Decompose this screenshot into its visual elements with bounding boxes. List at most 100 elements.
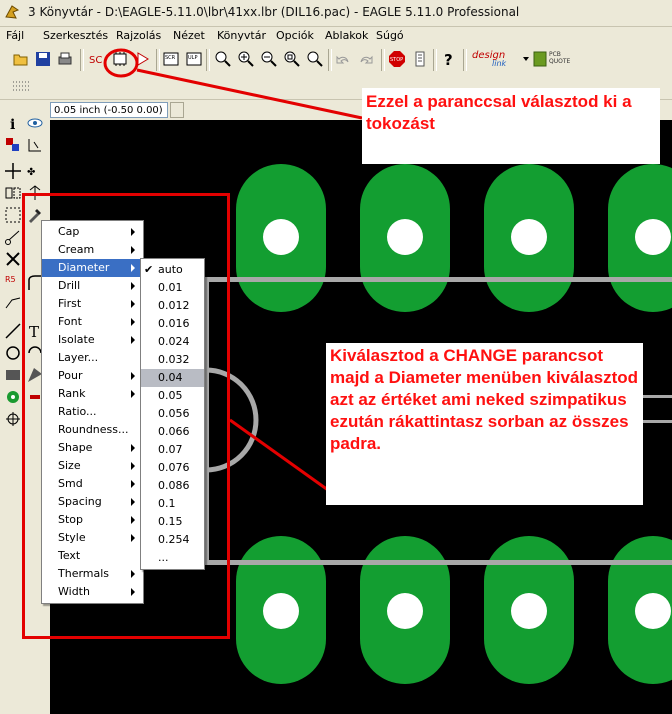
change-menu: Cap Cream Diameter Drill First Font Isolate Lay… — [41, 220, 144, 604]
diameter-option-label: 0.04 — [158, 371, 183, 384]
change-menu-item-label: Size — [58, 459, 81, 472]
change-menu-item[interactable]: Shape — [42, 439, 143, 457]
change-menu-item[interactable]: Smd — [42, 475, 143, 493]
diameter-option[interactable]: 0.04 — [141, 369, 204, 387]
change-menu-item-label: Text — [58, 549, 81, 562]
diameter-option-label: 0.012 — [158, 299, 190, 312]
submenu-arrow-icon — [131, 228, 135, 236]
diameter-option[interactable]: 0.1 — [141, 495, 204, 513]
diameter-option[interactable]: 0.012 — [141, 297, 204, 315]
diameter-option[interactable]: 0.086 — [141, 477, 204, 495]
change-menu-item[interactable]: Diameter — [42, 259, 143, 277]
change-menu-item[interactable]: Pour — [42, 367, 143, 385]
checkmark-icon: ✔ — [144, 263, 154, 276]
submenu-arrow-icon — [131, 516, 135, 524]
diameter-option[interactable]: 0.016 — [141, 315, 204, 333]
change-menu-item-label: Style — [58, 531, 86, 544]
diameter-option[interactable]: 0.066 — [141, 423, 204, 441]
diameter-option-label: ... — [158, 551, 169, 564]
change-menu-item-label: First — [58, 297, 82, 310]
diameter-option-label: auto — [158, 263, 183, 276]
diameter-option-label: 0.086 — [158, 479, 190, 492]
diameter-option-label: 0.024 — [158, 335, 190, 348]
diameter-submenu: ✔ auto 0.01 0.012 0.016 0.024 0.032 0.04 0.05 0.0… — [140, 258, 205, 570]
change-menu-item-label: Smd — [58, 477, 83, 490]
diameter-option[interactable]: 0.076 — [141, 459, 204, 477]
change-menu-item-label: Shape — [58, 441, 93, 454]
change-menu-item-label: Diameter — [58, 261, 110, 274]
diameter-option-label: 0.056 — [158, 407, 190, 420]
diameter-option-label: 0.016 — [158, 317, 190, 330]
submenu-arrow-icon — [131, 264, 135, 272]
change-menu-item-label: Stop — [58, 513, 84, 526]
change-menu-item[interactable]: Text — [42, 547, 143, 565]
change-menu-item-label: Ratio... — [58, 405, 97, 418]
change-menu-item[interactable]: Cap — [42, 223, 143, 241]
diameter-option-label: 0.032 — [158, 353, 190, 366]
diameter-option[interactable]: 0.056 — [141, 405, 204, 423]
diameter-option-label: 0.076 — [158, 461, 190, 474]
change-menu-item-label: Font — [58, 315, 82, 328]
annotation-top: Ezzel a paranccsal választod ki a tokozá… — [362, 88, 660, 164]
change-menu-item-label: Width — [58, 585, 90, 598]
change-menu-item-label: Isolate — [58, 333, 95, 346]
annotation-top-text: Ezzel a paranccsal választod ki a tokozá… — [366, 92, 632, 133]
change-menu-item-label: Drill — [58, 279, 81, 292]
diameter-option[interactable]: ... — [141, 549, 204, 567]
diameter-option[interactable]: 0.032 — [141, 351, 204, 369]
change-menu-item[interactable]: Stop — [42, 511, 143, 529]
annotation-middle: Kiválasztod a CHANGE parancsot majd a Di… — [326, 343, 643, 505]
change-menu-item[interactable]: Thermals — [42, 565, 143, 583]
diameter-option-label: 0.07 — [158, 443, 183, 456]
change-menu-item[interactable]: Width — [42, 583, 143, 601]
diameter-option-label: 0.1 — [158, 497, 176, 510]
diameter-option[interactable]: ✔ auto — [141, 261, 204, 279]
change-menu-item[interactable]: Drill — [42, 277, 143, 295]
submenu-arrow-icon — [131, 498, 135, 506]
change-menu-item-label: Spacing — [58, 495, 102, 508]
change-menu-item[interactable]: Cream — [42, 241, 143, 259]
submenu-arrow-icon — [131, 300, 135, 308]
diameter-option[interactable]: 0.07 — [141, 441, 204, 459]
diameter-option[interactable]: 0.05 — [141, 387, 204, 405]
change-menu-item[interactable]: First — [42, 295, 143, 313]
change-menu-item[interactable]: Spacing — [42, 493, 143, 511]
submenu-arrow-icon — [131, 570, 135, 578]
submenu-arrow-icon — [131, 246, 135, 254]
diameter-option[interactable]: 0.024 — [141, 333, 204, 351]
change-menu-item-label: Cap — [58, 225, 80, 238]
change-menu-item[interactable]: Ratio... — [42, 403, 143, 421]
submenu-arrow-icon — [131, 462, 135, 470]
submenu-arrow-icon — [131, 588, 135, 596]
diameter-option-label: 0.05 — [158, 389, 183, 402]
change-menu-item-label: Cream — [58, 243, 95, 256]
submenu-arrow-icon — [131, 444, 135, 452]
submenu-arrow-icon — [131, 390, 135, 398]
change-menu-item-label: Rank — [58, 387, 86, 400]
change-menu-item[interactable]: Rank — [42, 385, 143, 403]
diameter-option[interactable]: 0.254 — [141, 531, 204, 549]
submenu-arrow-icon — [131, 318, 135, 326]
change-menu-item[interactable]: Size — [42, 457, 143, 475]
submenu-arrow-icon — [131, 480, 135, 488]
submenu-arrow-icon — [131, 534, 135, 542]
diameter-option-label: 0.01 — [158, 281, 183, 294]
annotation-middle-text: Kiválasztod a CHANGE parancsot majd a Di… — [330, 346, 638, 453]
change-menu-item-label: Thermals — [58, 567, 110, 580]
change-menu-item-label: Layer... — [58, 351, 99, 364]
change-menu-item-label: Pour — [58, 369, 83, 382]
change-menu-item[interactable]: Font — [42, 313, 143, 331]
change-menu-item[interactable]: Layer... — [42, 349, 143, 367]
change-menu-item[interactable]: Style — [42, 529, 143, 547]
diameter-option-label: 0.066 — [158, 425, 190, 438]
submenu-arrow-icon — [131, 336, 135, 344]
submenu-arrow-icon — [131, 372, 135, 380]
change-menu-item[interactable]: Roundness... — [42, 421, 143, 439]
diameter-option-label: 0.254 — [158, 533, 190, 546]
submenu-arrow-icon — [131, 282, 135, 290]
diameter-option-label: 0.15 — [158, 515, 183, 528]
change-menu-item-label: Roundness... — [58, 423, 129, 436]
diameter-option[interactable]: 0.15 — [141, 513, 204, 531]
diameter-option[interactable]: 0.01 — [141, 279, 204, 297]
change-menu-item[interactable]: Isolate — [42, 331, 143, 349]
